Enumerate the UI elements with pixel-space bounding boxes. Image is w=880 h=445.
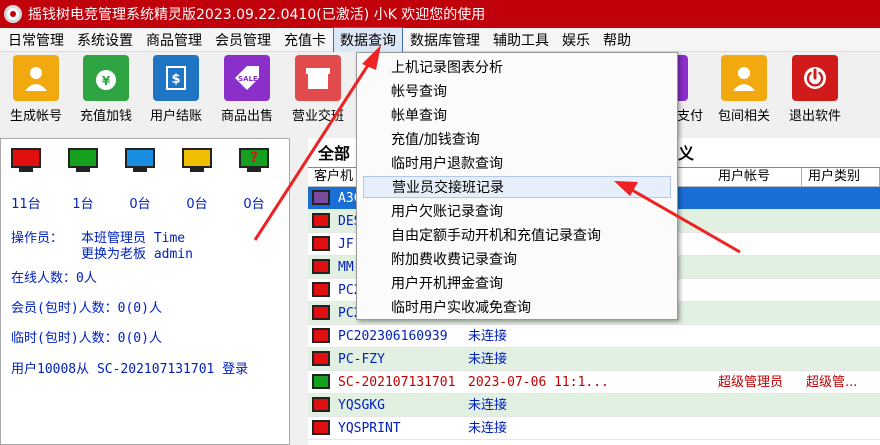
arrow-head-item — [614, 181, 638, 196]
arrow-head-menu — [362, 45, 381, 70]
annotation-arrows — [253, 45, 741, 254]
arrow-to-item — [631, 188, 741, 254]
arrow-to-menu — [253, 61, 372, 241]
